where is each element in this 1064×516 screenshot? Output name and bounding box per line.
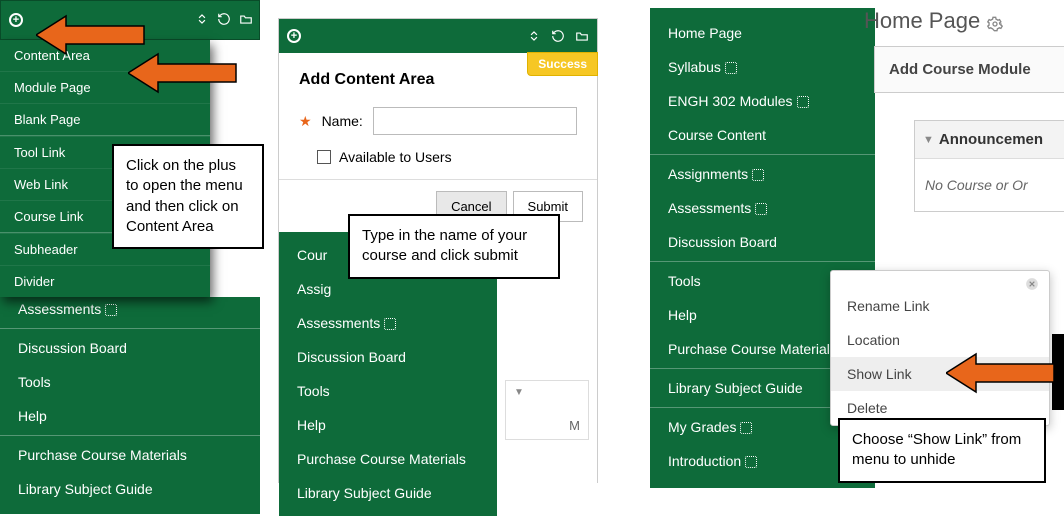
sidebar-item[interactable]: Discussion Board — [650, 225, 875, 259]
callout-arrow — [946, 352, 1056, 394]
chevron-down-icon[interactable]: ▼ — [923, 134, 934, 146]
sidebar-item[interactable]: Assessments — [650, 191, 875, 225]
sidebar-item-label: Home Page — [668, 25, 742, 41]
sidebar-below-dropdown: Assessments Discussion Board Tools Help … — [0, 297, 260, 514]
sidebar-item[interactable]: Course Content — [650, 118, 875, 152]
sidebar-item-label: My Grades — [668, 419, 736, 435]
name-label: Name: — [322, 113, 363, 129]
menu-item-blank-page[interactable]: Blank Page — [0, 103, 210, 135]
hidden-icon — [797, 96, 809, 108]
up-down-icon[interactable] — [527, 29, 541, 43]
success-banner: Success — [527, 52, 598, 76]
page-header: Home Page — [864, 0, 1064, 40]
toolbar: + — [279, 19, 597, 53]
sidebar-item[interactable]: Assignments — [650, 157, 875, 191]
sidebar-item-label: Library Subject Guide — [668, 487, 803, 503]
add-course-module-button[interactable]: Add Course Module — [874, 46, 1064, 93]
sidebar-item[interactable]: Purchase Course Materials — [0, 438, 260, 472]
sidebar-item[interactable]: Assessments — [0, 297, 260, 326]
truncated-text: M — [514, 398, 580, 433]
sidebar-item-label: Assessments — [668, 200, 751, 216]
sidebar-item[interactable]: Library Subject Guide — [279, 476, 497, 510]
sidebar-item[interactable]: Syllabus — [650, 50, 875, 84]
add-icon[interactable]: + — [9, 13, 23, 27]
hidden-icon — [105, 304, 117, 316]
sidebar-item[interactable]: Help — [279, 408, 497, 442]
sidebar-item-label: Assessments — [297, 315, 380, 331]
announcements-panel: ▼ Announcemen No Course or Or — [914, 120, 1064, 212]
hidden-icon — [384, 318, 396, 330]
instruction-callout: Choose “Show Link” from menu to unhide — [838, 418, 1046, 483]
sidebar-item-label: Syllabus — [668, 59, 721, 75]
sidebar-item[interactable]: Library Subject Guide — [650, 478, 875, 512]
sidebar-item-label: Assignments — [668, 166, 748, 182]
up-down-icon[interactable] — [195, 12, 209, 26]
instruction-callout: Click on the plus to open the menu and t… — [112, 144, 264, 249]
menu-item-divider[interactable]: Divider — [0, 265, 210, 297]
callout-arrow — [36, 14, 146, 56]
sidebar-item-label: Library Subject Guide — [668, 380, 803, 396]
sidebar-item-label: Purchase Course Materials — [668, 341, 837, 357]
close-icon[interactable] — [1025, 277, 1041, 293]
sidebar-item[interactable]: Assessments — [279, 306, 497, 340]
available-label: Available to Users — [339, 149, 452, 165]
hidden-icon — [752, 169, 764, 181]
folder-icon[interactable] — [239, 12, 253, 26]
sidebar-item-label: ENGH 302 Modules — [668, 93, 793, 109]
separator — [650, 261, 875, 262]
separator — [650, 154, 875, 155]
sidebar-item[interactable]: Library Subject Guide — [0, 472, 260, 506]
sidebar-item-label: Introduction — [668, 453, 741, 469]
hidden-icon — [807, 490, 819, 502]
folder-icon[interactable] — [575, 29, 589, 43]
refresh-icon[interactable] — [217, 12, 231, 26]
sidebar-item-label: Course Content — [668, 127, 766, 143]
sidebar-item-label: Tools — [668, 273, 701, 289]
hidden-icon — [755, 203, 767, 215]
available-checkbox[interactable] — [317, 150, 331, 164]
sidebar-item-label: Discussion Board — [668, 234, 777, 250]
hidden-icon — [745, 456, 757, 468]
sidebar-item-label: Assessments — [18, 301, 101, 317]
required-star-icon: ★ — [299, 113, 312, 130]
gear-icon[interactable] — [987, 16, 1003, 32]
add-icon[interactable]: + — [287, 29, 301, 43]
sidebar-item[interactable]: Tools — [0, 365, 260, 399]
refresh-icon[interactable] — [551, 29, 565, 43]
name-input[interactable] — [373, 107, 577, 135]
page-title: Home Page — [864, 8, 980, 33]
link-context-menu: Rename Link Location Show Link Delete — [830, 270, 1050, 426]
panel-body-text: No Course or Or — [915, 159, 1064, 211]
sidebar-item[interactable]: Help — [0, 399, 260, 433]
collapsed-panel[interactable]: ▼ M — [505, 380, 589, 440]
sidebar-item[interactable]: Home Page — [650, 16, 875, 50]
sidebar-item[interactable]: ENGH 302 Modules — [650, 84, 875, 118]
sidebar-item[interactable]: Purchase Course Materials — [279, 442, 497, 476]
hidden-icon — [725, 62, 737, 74]
sidebar-item-label: Help — [668, 307, 697, 323]
sidebar-item[interactable]: Tools — [279, 374, 497, 408]
sidebar-item[interactable]: Discussion Board — [0, 331, 260, 365]
sidebar-item[interactable]: Discussion Board — [279, 340, 497, 374]
panel-title: Announcemen — [939, 131, 1043, 148]
instruction-callout: Type in the name of your course and clic… — [348, 214, 560, 279]
callout-arrow — [128, 52, 238, 94]
chevron-down-icon: ▼ — [514, 387, 524, 398]
hidden-icon — [740, 422, 752, 434]
ctx-rename-link[interactable]: Rename Link — [831, 289, 1049, 323]
